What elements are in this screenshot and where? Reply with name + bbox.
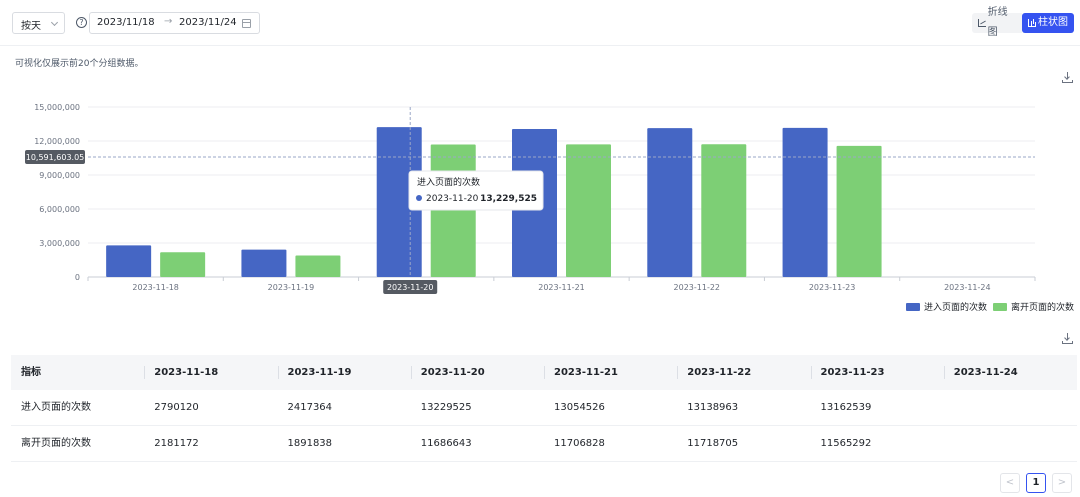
chevron-down-icon	[50, 18, 59, 27]
bar-leave	[160, 252, 206, 277]
y-tick-label: 0	[75, 273, 80, 282]
download-table-icon[interactable]	[1062, 333, 1073, 344]
legend-item-leave[interactable]: 离开页面的次数	[992, 300, 1074, 313]
group-by-select[interactable]: 按天	[12, 12, 65, 34]
table-header: 指标 2023-11-18 2023-11-19 2023-11-20 2023…	[11, 355, 1077, 390]
line-chart-button[interactable]: 折线图	[972, 7, 1022, 38]
table-header-cell[interactable]: 2023-11-18	[144, 355, 277, 390]
bar-leave	[566, 144, 611, 277]
tooltip-marker	[416, 195, 422, 201]
y-tick-label: 15,000,000	[34, 103, 80, 112]
tooltip-value: 13,229,525	[480, 194, 537, 204]
y-tick-label: 3,000,000	[39, 239, 80, 248]
table-header-cell[interactable]: 2023-11-22	[677, 355, 810, 390]
legend-label-leave: 离开页面的次数	[1010, 303, 1074, 313]
bar-leave	[701, 144, 747, 277]
tooltip-date: 2023-11-20	[426, 194, 479, 204]
date-end: 2023/11/24	[179, 17, 237, 28]
x-tick-label: 2023-11-23	[809, 283, 856, 292]
crosshair-value-label: 10,591,603.05	[26, 153, 85, 162]
y-tick-label: 12,000,000	[34, 137, 80, 146]
group-by-value: 按天	[21, 21, 41, 32]
next-page-button[interactable]: >	[1052, 473, 1072, 493]
tooltip-box	[408, 170, 544, 211]
page-number-button[interactable]: 1	[1026, 473, 1046, 493]
x-tick-label: 2023-11-22	[674, 283, 721, 292]
table-cell: 13138963	[687, 402, 739, 413]
data-limit-note: 可视化仅展示前20个分组数据。	[15, 59, 144, 69]
bar-chart: 0 3,000,000 6,000,000 9,000,000 12,000,000 15…	[25, 103, 1036, 294]
prev-page-button[interactable]: <	[1000, 473, 1020, 493]
line-chart-label: 折线图	[987, 7, 1008, 38]
bar-enter	[106, 245, 152, 277]
date-start: 2023/11/18	[97, 17, 155, 28]
toolbar: 按天 ? 2023/11/18 → 2023/11/24 折线图 柱状图	[0, 0, 1080, 46]
bar-enter	[647, 128, 693, 277]
table-cell: 13229525	[420, 402, 472, 413]
x-tick-label: 2023-11-18	[132, 283, 179, 292]
y-tick-label: 6,000,000	[39, 205, 80, 214]
data-table: 指标 2023-11-18 2023-11-19 2023-11-20 2023…	[11, 355, 1077, 462]
bar-chart-icon	[1028, 19, 1036, 27]
bar-leave	[295, 255, 341, 277]
x-tick-label: 2023-11-24	[944, 283, 991, 292]
legend-swatch-leave	[992, 302, 1007, 311]
bar-chart-label: 柱状图	[1038, 17, 1068, 28]
bar-chart-button[interactable]: 柱状图	[1022, 13, 1074, 33]
table-cell: 2790120	[154, 402, 199, 413]
x-tick-label: 2023-11-19	[268, 283, 315, 292]
table-header-cell[interactable]: 2023-11-23	[810, 355, 944, 390]
table-header-cell[interactable]: 2023-11-21	[544, 355, 677, 390]
bar-leave	[836, 145, 882, 277]
x-tick-label: 2023-11-21	[538, 283, 585, 292]
download-chart-icon[interactable]	[1062, 72, 1073, 83]
table-cell: 11718705	[687, 438, 739, 449]
table-header-cell[interactable]: 2023-11-20	[410, 355, 544, 390]
table-header-cell: 指标	[21, 367, 41, 378]
legend-swatch-enter	[905, 302, 920, 311]
table-cell: 2181172	[154, 438, 199, 449]
table-cell	[944, 426, 1077, 461]
line-chart-icon	[978, 19, 986, 27]
table-cell: 2417364	[287, 402, 333, 413]
crosshair-category-label: 2023-11-20	[387, 283, 434, 292]
bar-leave	[430, 144, 476, 277]
table-cell: 11706828	[554, 438, 605, 449]
table-cell: 13054526	[554, 402, 605, 413]
table-cell: 11686643	[420, 438, 472, 449]
calendar-icon	[242, 19, 251, 28]
table-cell: 1891838	[287, 438, 333, 449]
date-range-picker[interactable]: 2023/11/18 → 2023/11/24	[89, 12, 260, 34]
table-cell: 进入页面的次数	[21, 402, 91, 413]
table-cell	[944, 390, 1077, 425]
legend-item-enter[interactable]: 进入页面的次数	[905, 300, 987, 313]
tooltip-title: 进入页面的次数	[417, 176, 480, 188]
table-cell: 11565292	[820, 438, 872, 449]
y-tick-label: 9,000,000	[39, 171, 80, 180]
help-icon[interactable]: ?	[76, 17, 87, 28]
bar-enter	[241, 249, 287, 277]
pagination: < 1 >	[1000, 473, 1072, 493]
chart-legend: 进入页面的次数 离开页面的次数	[905, 300, 1074, 313]
table-header-cell[interactable]: 2023-11-19	[277, 355, 411, 390]
table-cell: 13162539	[820, 402, 872, 413]
legend-label-enter: 进入页面的次数	[923, 303, 987, 313]
table-row: 进入页面的次数 2790120 2417364 13229525 1305452…	[11, 390, 1077, 426]
bar-enter	[782, 127, 828, 277]
table-cell: 离开页面的次数	[21, 438, 91, 449]
table-row: 离开页面的次数 2181172 1891838 11686643 1170682…	[11, 426, 1077, 462]
table-header-cell[interactable]: 2023-11-24	[943, 355, 1077, 390]
chart-type-toggle: 折线图 柱状图	[972, 7, 1074, 38]
date-range-arrow: →	[164, 16, 173, 27]
